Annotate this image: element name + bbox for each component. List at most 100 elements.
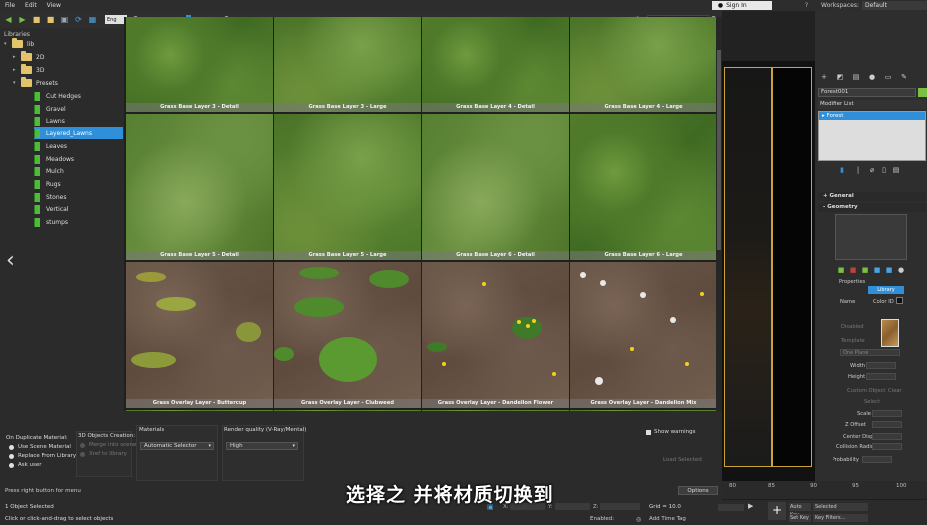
show-result-icon[interactable]: | (854, 166, 862, 174)
width-field[interactable] (866, 362, 896, 369)
hierarchy-icon[interactable]: ▤ (852, 73, 860, 81)
object-name-input[interactable]: Forest001 (818, 88, 916, 97)
load-selected-button[interactable]: Load Selected (663, 457, 702, 463)
material-thumbnail[interactable] (881, 319, 899, 347)
rollout-general[interactable]: + General (818, 192, 926, 201)
menu-view[interactable]: View (42, 2, 66, 9)
paste-icon[interactable]: ■ (885, 266, 893, 274)
refresh-icon[interactable]: ⟳ (73, 14, 84, 25)
grid-scrollbar-thumb[interactable] (717, 50, 721, 250)
key-mode-icon[interactable]: + (768, 502, 786, 520)
center-displ-field[interactable] (872, 433, 902, 440)
tree-item-2d[interactable]: ▸ 2D (13, 51, 44, 63)
tree-item-3d[interactable]: ▸ 3D (13, 64, 44, 76)
mode-dropdown[interactable]: One Plane (840, 349, 900, 356)
z-coord-field[interactable] (600, 503, 640, 510)
copy-icon[interactable]: ■ (873, 266, 881, 274)
radio-use-scene-material[interactable]: Use Scene Material (9, 444, 71, 450)
material-tile[interactable]: Grass Base Layer 4 - Detail (422, 17, 569, 112)
radio-xref-to-library[interactable]: Xref to library (80, 451, 127, 457)
add-plant-icon[interactable]: ■ (837, 266, 845, 274)
tree-item-leaves[interactable]: Leaves (34, 140, 67, 152)
height-field[interactable] (866, 373, 896, 380)
scale-field[interactable] (872, 410, 902, 417)
forward-arrow-icon[interactable]: ▶ (17, 14, 28, 25)
tree-item-lawns[interactable]: Lawns (34, 115, 65, 127)
folder-add-icon[interactable]: ■ (45, 14, 56, 25)
back-arrow-icon[interactable]: ◀ (3, 14, 14, 25)
tree-item-meadows[interactable]: Meadows (34, 153, 74, 165)
tree-item-rugs[interactable]: Rugs (34, 178, 61, 190)
tree-item-presets[interactable]: ▾ Presets (13, 77, 58, 89)
rollout-geometry[interactable]: - Geometry (818, 203, 926, 212)
z-offset-field[interactable] (872, 421, 902, 428)
tree-item-cut-hedges[interactable]: Cut Hedges (34, 90, 81, 102)
render-quality-dropdown[interactable]: High (226, 442, 298, 450)
material-tile[interactable]: Grass Overlay Layer - Dandelion Mix (570, 262, 716, 408)
tree-item-gravel[interactable]: Gravel (34, 103, 66, 115)
tree-item-layered-lawns[interactable]: Layered_Lawns (34, 127, 123, 139)
set-key-button[interactable]: Set Key (789, 514, 811, 522)
menu-edit[interactable]: Edit (20, 2, 42, 9)
material-tile[interactable]: Grass Overlay Layer - Dandelion Flower (422, 262, 569, 408)
modify-icon[interactable]: ◩ (836, 73, 844, 81)
display-icon[interactable]: ▭ (884, 73, 892, 81)
probability-field[interactable] (862, 456, 892, 463)
materials-dropdown[interactable]: Automatic Selector (140, 442, 214, 450)
object-color-swatch[interactable] (918, 88, 927, 97)
expand-icon[interactable]: ▸ (13, 54, 21, 60)
menu-file[interactable]: File (0, 2, 20, 9)
material-tile[interactable]: Grass Base Layer 6 - Large (570, 114, 716, 260)
help-icon[interactable]: ? (805, 2, 808, 9)
key-filters-button[interactable]: Key Filters... (813, 514, 868, 522)
radio-merge-into-scene[interactable]: Merge into scene (80, 442, 136, 448)
material-tile[interactable]: Grass Overlay Layer - Buttercup (126, 262, 273, 408)
clear-button[interactable]: Clear (888, 388, 902, 394)
frame-field[interactable] (718, 504, 744, 511)
pin-stack-icon[interactable]: ▮ (838, 166, 846, 174)
tree-item-stones[interactable]: Stones (34, 191, 66, 203)
material-tile[interactable]: Grass Base Layer 4 - Large (570, 17, 716, 112)
folder-icon[interactable]: ■ (31, 14, 42, 25)
remove-plant-icon[interactable]: ■ (849, 266, 857, 274)
play-icon[interactable]: ▶ (748, 502, 753, 510)
collision-radius-field[interactable] (872, 443, 902, 450)
create-icon[interactable]: + (820, 73, 828, 81)
expand-icon[interactable]: ▸ (13, 67, 21, 73)
material-tile[interactable]: Grass Base Layer 5 - Detail (126, 114, 273, 260)
expand-icon[interactable]: ▾ (13, 80, 21, 86)
workspace-dropdown[interactable]: Default (862, 1, 927, 10)
settings-icon[interactable]: ▦ (87, 14, 98, 25)
viewport-right-frame[interactable] (772, 67, 812, 467)
geometry-list[interactable] (835, 214, 907, 260)
material-tile[interactable]: Grass Base Layer 3 - Detail (126, 17, 273, 112)
utilities-icon[interactable]: ✎ (900, 73, 908, 81)
add-library-icon[interactable]: ■ (861, 266, 869, 274)
options-button[interactable]: Options (678, 486, 718, 495)
chevron-left-icon[interactable]: ‹ (6, 248, 15, 273)
more-icon[interactable]: ● (897, 266, 905, 274)
motion-icon[interactable]: ● (868, 73, 876, 81)
tree-item-mulch[interactable]: Mulch (34, 165, 64, 177)
material-tile[interactable]: Grass Base Layer 5 - Large (274, 114, 421, 260)
configure-icon[interactable]: ▤ (892, 166, 900, 174)
auto-key-button[interactable]: Auto Key (789, 503, 811, 518)
selected-dropdown[interactable]: Selected (813, 503, 868, 511)
show-warnings-checkbox[interactable]: Show warnings (646, 429, 695, 435)
material-tile[interactable]: Grass Overlay Layer - Clubweed (274, 262, 421, 408)
modifier-stack-item[interactable]: ▸ Forest (819, 112, 925, 120)
disabled-checkbox[interactable]: Disabled (841, 324, 864, 330)
time-tag-icon[interactable]: ◎ (636, 516, 641, 523)
tree-item-lib[interactable]: ▾ lib (4, 38, 34, 50)
tree-item-vertical[interactable]: Vertical (34, 203, 68, 215)
tree-item-stumps[interactable]: stumps (34, 216, 68, 228)
radio-replace-from-library[interactable]: Replace From Library (9, 453, 76, 459)
save-icon[interactable]: ▣ (59, 14, 70, 25)
expand-icon[interactable]: ▾ (4, 41, 12, 47)
make-unique-icon[interactable]: ⌀ (868, 166, 876, 174)
add-time-tag-button[interactable]: Add Time Tag (649, 516, 686, 522)
remove-modifier-icon[interactable]: ▯ (880, 166, 888, 174)
material-tile[interactable]: Grass Base Layer 3 - Large (274, 17, 421, 112)
color-id-swatch[interactable] (896, 297, 903, 304)
radio-ask-user[interactable]: Ask user (9, 462, 42, 468)
